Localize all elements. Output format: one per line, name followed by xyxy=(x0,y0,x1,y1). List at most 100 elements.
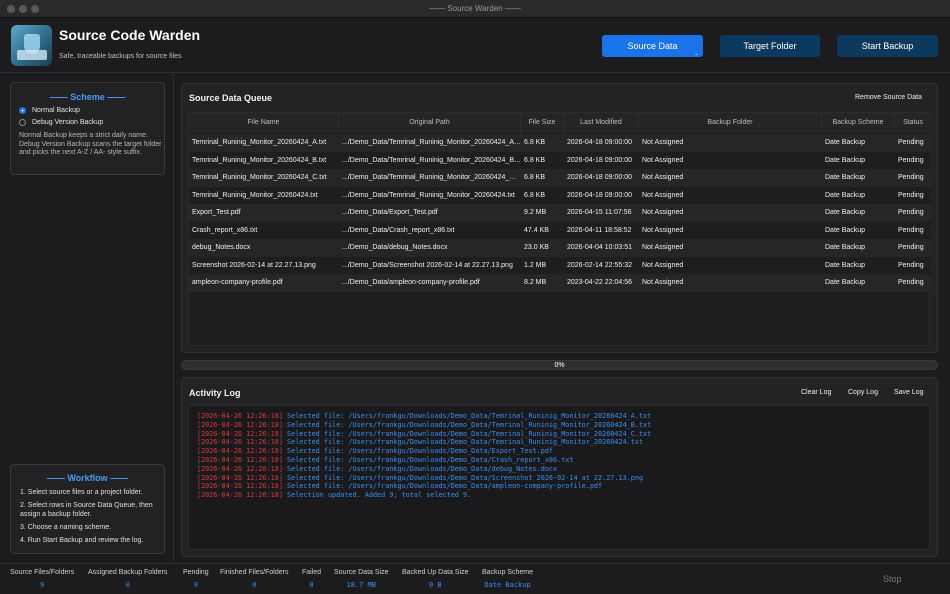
cell-file-name: Temrinal_Runinig_Monitor_20260424_B.txt xyxy=(192,156,327,164)
radio-selected-icon xyxy=(19,107,26,114)
log-message: Selection updated. Added 9; total select… xyxy=(287,491,472,500)
cell-backup-scheme: Date Backup xyxy=(825,244,866,251)
log-message: Selected file: /Users/frankgu/Downloads/… xyxy=(287,464,558,473)
cell-status: Pending xyxy=(898,279,924,286)
cell-original-path: .../Demo_Data/Temrinal_Runinig_Monitor_2… xyxy=(342,139,521,146)
stat-label: Backed Up Data Size xyxy=(402,569,469,576)
cell-backup-folder: Not Assigned xyxy=(642,261,684,269)
table-row[interactable]: Export_Test.pdf .../Demo_Data/Export_Test… xyxy=(189,204,931,222)
stat-label: Failed xyxy=(302,569,322,576)
cell-backup-scheme: Date Backup xyxy=(825,139,866,146)
cell-file-size: 23.0 KB xyxy=(524,244,549,251)
app-header: Source Code Warden Safe, traceable backu… xyxy=(0,18,950,73)
column-header-file-size[interactable]: File Size xyxy=(521,113,564,133)
clear-log-button[interactable]: Clear Log xyxy=(801,389,831,396)
log-line: [2026-04-26 12:26:18] Selected file: /Us… xyxy=(197,447,921,456)
cell-file-size: 8.2 MB xyxy=(524,279,547,286)
column-header-file-name[interactable]: File Name xyxy=(189,113,339,133)
log-message: Selected file: /Users/frankgu/Downloads/… xyxy=(287,412,652,420)
cell-last-modified: 2026-04-15 11:07:56 xyxy=(567,209,632,216)
log-line: [2026-04-26 12:26:18] Selected file: /Us… xyxy=(197,412,921,421)
table-row[interactable]: Temrinal_Runinig_Monitor_20260424_B.txt.… xyxy=(189,151,931,169)
log-message: Selected file: /Users/frankgu/Downloads/… xyxy=(287,429,652,438)
column-header-original-path[interactable]: Original Path xyxy=(339,113,521,133)
cell-file-size: 6.8 KB xyxy=(524,156,546,164)
table-row[interactable]: Crash_report_x86.txt .../Demo_Data/Crash_… xyxy=(189,221,931,239)
cell-last-modified: 2026-04-11 18:58:52 xyxy=(567,226,632,234)
target-folder-button[interactable]: Target Folder xyxy=(720,35,820,57)
table-row[interactable]: debug_Notes.docx .../Demo_Data/debug_Note… xyxy=(189,239,931,257)
scheme-option-debug[interactable]: Debug Version Backup xyxy=(19,119,103,126)
stat-label: Assigned Backup Folders xyxy=(88,569,168,576)
column-header-last-modified[interactable]: Last Modified xyxy=(564,113,639,133)
activity-log-output[interactable]: [2026-04-26 12:26:18] Selected file: /Us… xyxy=(188,405,930,550)
cell-backup-folder: Not Assigned xyxy=(642,191,684,199)
cell-file-size: 47.4 KB xyxy=(524,226,549,234)
log-line: [2026-04-26 12:26:18] Selected file: /Us… xyxy=(197,474,921,483)
log-timestamp: [2026-04-26 12:26:18] xyxy=(197,482,283,491)
cell-last-modified: 2026-02-14 22:55:32 xyxy=(567,261,632,269)
cell-original-path: .../Demo_Data/Temrinal_Runinig_Monitor_2… xyxy=(342,156,521,164)
table-row[interactable]: Temrinal_Runinig_Monitor_20260424.txt...… xyxy=(189,186,931,204)
cell-backup-scheme: Date Backup xyxy=(825,261,866,269)
cell-original-path: .../Demo_Data/Temrinal_Runinig_Monitor_2… xyxy=(342,174,521,181)
table-row[interactable]: Screenshot 2026-02-14 at 22.27.13.png...… xyxy=(189,256,931,274)
column-header-status[interactable]: Status xyxy=(895,113,931,133)
log-line: [2026-04-26 12:26:18] Selected file: /Us… xyxy=(197,456,921,465)
stat-backup-scheme: Backup Scheme Date Backup xyxy=(482,569,533,589)
log-message: Selected file: /Users/frankgu/Downloads/… xyxy=(287,420,652,429)
chevron-down-icon: ⌄ xyxy=(693,51,699,57)
cell-original-path: .../Demo_Data/Export_Test.pdf xyxy=(342,209,438,216)
cell-file-size: 6.8 KB xyxy=(524,139,546,146)
app-logo-icon xyxy=(11,25,52,66)
table-row[interactable]: Temrinal_Runinig_Monitor_20260424_A.txt.… xyxy=(189,134,931,152)
log-message: Selected file: /Users/frankgu/Downloads/… xyxy=(287,438,644,447)
cell-backup-folder: Not Assigned xyxy=(642,174,684,181)
activity-log-title: Activity Log xyxy=(189,388,241,398)
source-data-button[interactable]: Source Data ⌄ xyxy=(602,35,703,57)
app-subtitle: Safe, traceable backups for source files xyxy=(59,53,182,60)
stat-value: 0 xyxy=(252,581,257,589)
cell-backup-folder: Not Assigned xyxy=(642,244,684,251)
scheme-title: —— Scheme —— xyxy=(49,92,126,102)
table-row[interactable]: Temrinal_Runinig_Monitor_20260424_C.txt.… xyxy=(189,169,931,187)
stop-button[interactable]: Stop xyxy=(883,574,902,584)
stat-label: Source Data Size xyxy=(334,569,389,576)
remove-source-data-button[interactable]: Remove Source Data xyxy=(855,94,922,101)
queue-title: Source Data Queue xyxy=(189,93,273,103)
copy-log-button[interactable]: Copy Log xyxy=(848,389,878,396)
stat-failed: Failed 0 xyxy=(302,569,321,589)
cell-backup-scheme: Date Backup xyxy=(825,209,866,216)
cell-file-size: 1.2 MB xyxy=(524,261,547,269)
log-timestamp: [2026-04-26 12:26:18] xyxy=(197,429,283,438)
log-line: [2026-04-26 12:26:18] Selection updated.… xyxy=(197,491,921,500)
save-log-button[interactable]: Save Log xyxy=(894,389,924,396)
app-title: Source Code Warden xyxy=(59,27,201,43)
cell-status: Pending xyxy=(898,139,924,146)
scheme-description: Normal Backup keeps a strict daily name.… xyxy=(19,132,162,156)
workflow-step: 2. Select rows in Source Data Queue, the… xyxy=(20,502,153,518)
stat-value: 9 xyxy=(39,581,45,589)
source-data-button-label: Source Data xyxy=(627,41,678,51)
cell-status: Pending xyxy=(898,209,924,216)
cell-status: Pending xyxy=(898,244,924,251)
cell-file-name: Screenshot 2026-02-14 at 22.27.13.png xyxy=(192,261,316,269)
scheme-option-label: Debug Version Backup xyxy=(32,119,104,126)
scheme-option-normal[interactable]: Normal Backup xyxy=(19,107,80,114)
column-header-backup-folder[interactable]: Backup Folder xyxy=(639,113,822,133)
cell-status: Pending xyxy=(898,261,924,269)
source-data-table[interactable]: File Name Original Path File Size Last M… xyxy=(188,112,931,346)
cell-original-path: .../Demo_Data/Crash_report_x86.txt xyxy=(342,226,455,234)
start-backup-button[interactable]: Start Backup xyxy=(837,35,938,57)
cell-original-path: .../Demo_Data/Temrinal_Runinig_Monitor_2… xyxy=(342,191,515,199)
column-header-backup-scheme[interactable]: Backup Scheme xyxy=(822,113,895,133)
workflow-card: —— Workflow —— 1. Select source files or… xyxy=(10,464,165,554)
cell-file-name: Temrinal_Runinig_Monitor_20260424_A.txt xyxy=(192,139,327,146)
table-row[interactable]: ampleon-company-profile.pdf .../Demo_Data… xyxy=(189,274,931,292)
cell-backup-scheme: Date Backup xyxy=(825,191,866,199)
log-line: [2026-04-26 12:26:18] Selected file: /Us… xyxy=(197,465,921,474)
log-timestamp: [2026-04-26 12:26:18] xyxy=(197,438,283,447)
window-title: —— Source Warden —— xyxy=(429,4,521,13)
sidebar: —— Scheme —— Normal Backup Debug Version… xyxy=(0,74,174,563)
stat-label: Source Files/Folders xyxy=(10,569,75,576)
